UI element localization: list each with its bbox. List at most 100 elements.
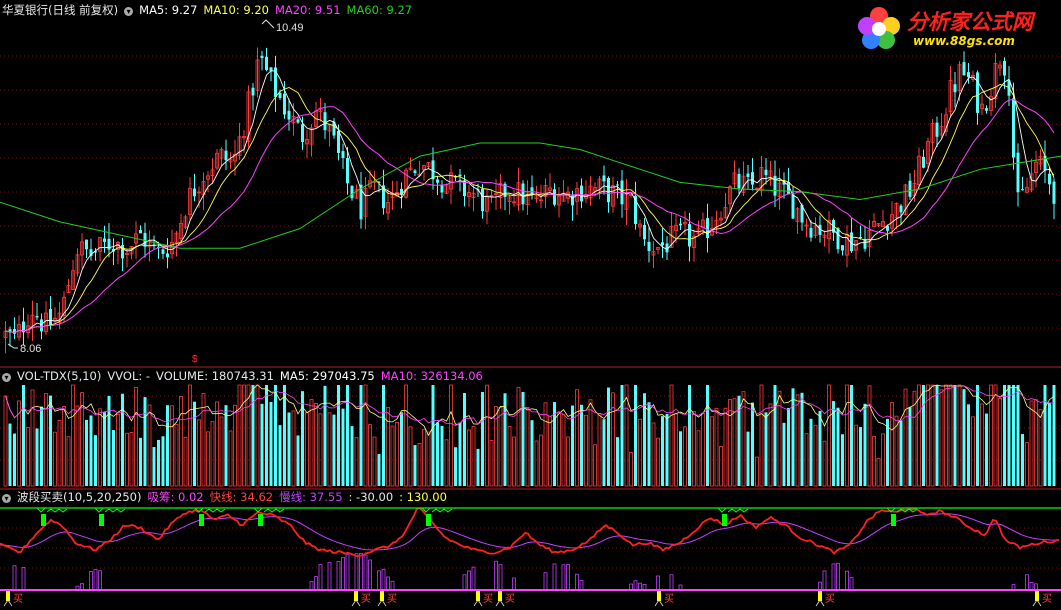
volume-bar-down [323, 385, 327, 486]
candle-body-down [863, 239, 867, 249]
xichou-bar [462, 574, 467, 591]
volume-bar-up [314, 402, 318, 487]
volume-bar-down [332, 414, 336, 486]
volume-bar-up [309, 399, 314, 487]
volume-bar-down [962, 389, 966, 486]
volume-bar-down [1016, 385, 1020, 486]
volume-ma10-line [5, 385, 1054, 426]
volume-bar-down [283, 385, 286, 486]
volume-bar-up [66, 436, 71, 487]
stock-title[interactable]: 华夏银行(日线 前复权) [2, 3, 118, 17]
xichou-bar [381, 568, 386, 591]
volume-bar-down [413, 445, 417, 486]
volume-bar-down [260, 403, 264, 486]
candle-body-down [967, 72, 970, 78]
volume-bar-up [1038, 409, 1043, 487]
volume-bar-down [809, 418, 813, 486]
xichou-bar [822, 570, 827, 591]
candle-body-down [49, 309, 52, 325]
volume-bar-up [516, 386, 521, 487]
ma60-value: MA60: 9.27 [346, 3, 413, 17]
xichou-bar [579, 579, 584, 591]
dropdown-icon[interactable]: ▾ [2, 494, 11, 503]
volume-bar-down [688, 385, 691, 486]
candle-body-down [841, 245, 844, 251]
dividend-marker: $ [192, 354, 198, 365]
volume-bar-up [327, 412, 332, 487]
volume-bar-down [265, 385, 268, 486]
volume-bar-up [755, 456, 759, 487]
buy-signal-label: 买 [13, 593, 23, 605]
candle-body-down [688, 223, 691, 247]
volume-bar-down [1007, 385, 1011, 486]
volume-bar-up [890, 402, 894, 487]
xichou-bar [575, 573, 579, 591]
volume-bar-up [692, 411, 696, 487]
indicator-lines [0, 507, 1061, 591]
volume-bar-down [800, 392, 804, 486]
candle-body-down [283, 93, 286, 115]
xichou-bar [467, 570, 471, 591]
volume-bar-up [363, 384, 368, 487]
candle-body-down [616, 184, 619, 186]
volume-bar-down [89, 415, 93, 486]
vol-indicator-name[interactable]: VOL-TDX(5,10) [17, 369, 101, 383]
volume-bar-up [710, 416, 714, 487]
buy-signal-label: 买 [825, 593, 835, 605]
volume-bar-up [827, 384, 831, 487]
xichou-bar [345, 553, 350, 591]
volume-bar-down [431, 385, 435, 486]
candle-body-down [323, 112, 327, 131]
xichou-bar [354, 553, 359, 591]
low-price-label: 8.06 [20, 343, 41, 355]
volume-bar-down [836, 407, 840, 486]
volume-bar-up [507, 425, 512, 487]
candle-body-down [809, 227, 813, 238]
volume-bar-up [683, 426, 687, 487]
volume-bar-up [566, 436, 570, 487]
volume-bar-down [382, 385, 385, 486]
volume-bar-up [404, 384, 408, 487]
candle-body-down [836, 228, 840, 250]
sell-signal-wave [46, 508, 68, 513]
volume-bar-down [22, 385, 25, 486]
volume-bar-up [1025, 442, 1029, 487]
candle-body-down [1021, 189, 1024, 191]
xichou-bar [818, 581, 822, 591]
xichou-bar [327, 562, 332, 591]
candle-body-down [121, 245, 124, 259]
volume-bar-up [444, 439, 449, 487]
volume-bar-up [197, 419, 201, 487]
indicator-header: ▾ 波段买卖(10,5,20,250) 吸筹: 0.02 快线: 34.62 慢线: 3… [2, 489, 453, 505]
volume-bar-up [993, 384, 998, 487]
indicator-name[interactable]: 波段买卖(10,5,20,250) [17, 490, 141, 504]
dropdown-icon[interactable]: ▾ [2, 373, 11, 382]
volume-bar-down [899, 420, 903, 486]
candle-body-down [265, 56, 268, 70]
buy-signal-label: 买 [361, 593, 371, 605]
main-chart-header: 华夏银行(日线 前复权) ▾ MA5: 9.27 MA10: 9.20 MA20: 9.… [2, 2, 418, 18]
volume-bar-down [269, 402, 273, 486]
volume-bar-down [224, 405, 228, 486]
candle-body-down [580, 185, 583, 202]
candle-body-down [481, 189, 484, 212]
volume-bar-up [242, 384, 246, 487]
candle-body-down [296, 119, 300, 123]
volume-bar-down [863, 403, 867, 486]
volume-bar-up [512, 436, 516, 487]
volume-bar-down [1003, 385, 1006, 486]
candle-body-down [440, 185, 444, 193]
buy-signal-label: 买 [664, 593, 674, 605]
volume-bar-down [476, 448, 480, 486]
volume-bar-down [377, 453, 381, 486]
dropdown-icon[interactable]: ▾ [124, 7, 134, 16]
volume-bar-down [94, 435, 97, 486]
xichou-bar [494, 560, 498, 591]
candle-body-down [436, 179, 439, 183]
volume-bar-down [301, 391, 304, 486]
flower-logo-icon [858, 7, 900, 49]
volume-bar-down [935, 385, 939, 486]
volume-bar-down [706, 385, 709, 486]
candle-body-down [224, 150, 228, 161]
volume-bar-up [255, 384, 260, 487]
